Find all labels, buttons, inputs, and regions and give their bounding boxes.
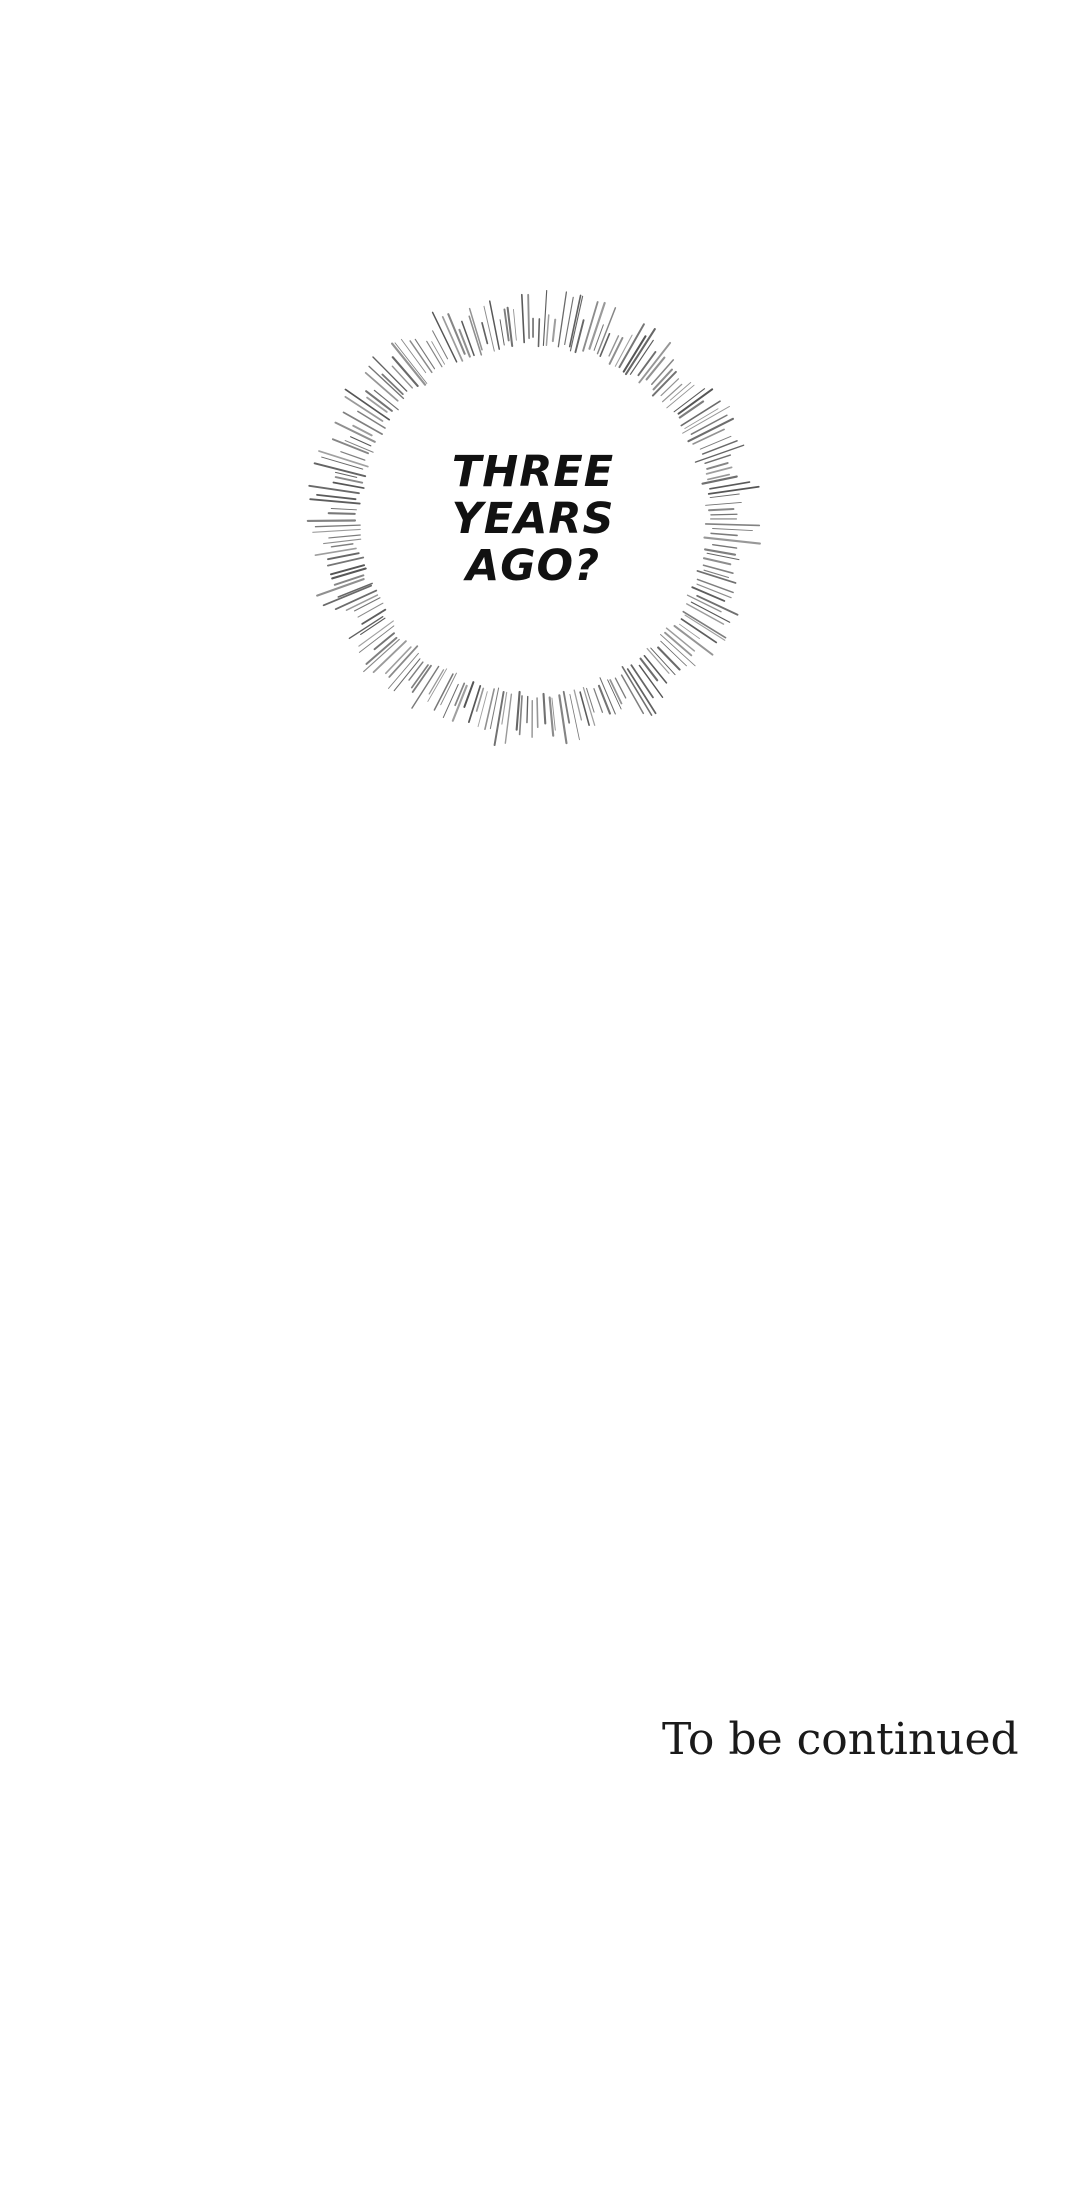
burst-text: THREE YEARS AGO? [298,284,768,754]
to-be-continued-caption: To be continued [662,1714,1019,1765]
comic-page: THREE YEARS AGO? To be continued [0,0,1080,2194]
burst-line-3: AGO? [465,540,601,591]
burst-line-1: THREE [451,446,615,497]
burst-line-2: YEARS [451,493,615,544]
speech-burst: THREE YEARS AGO? [298,284,768,754]
